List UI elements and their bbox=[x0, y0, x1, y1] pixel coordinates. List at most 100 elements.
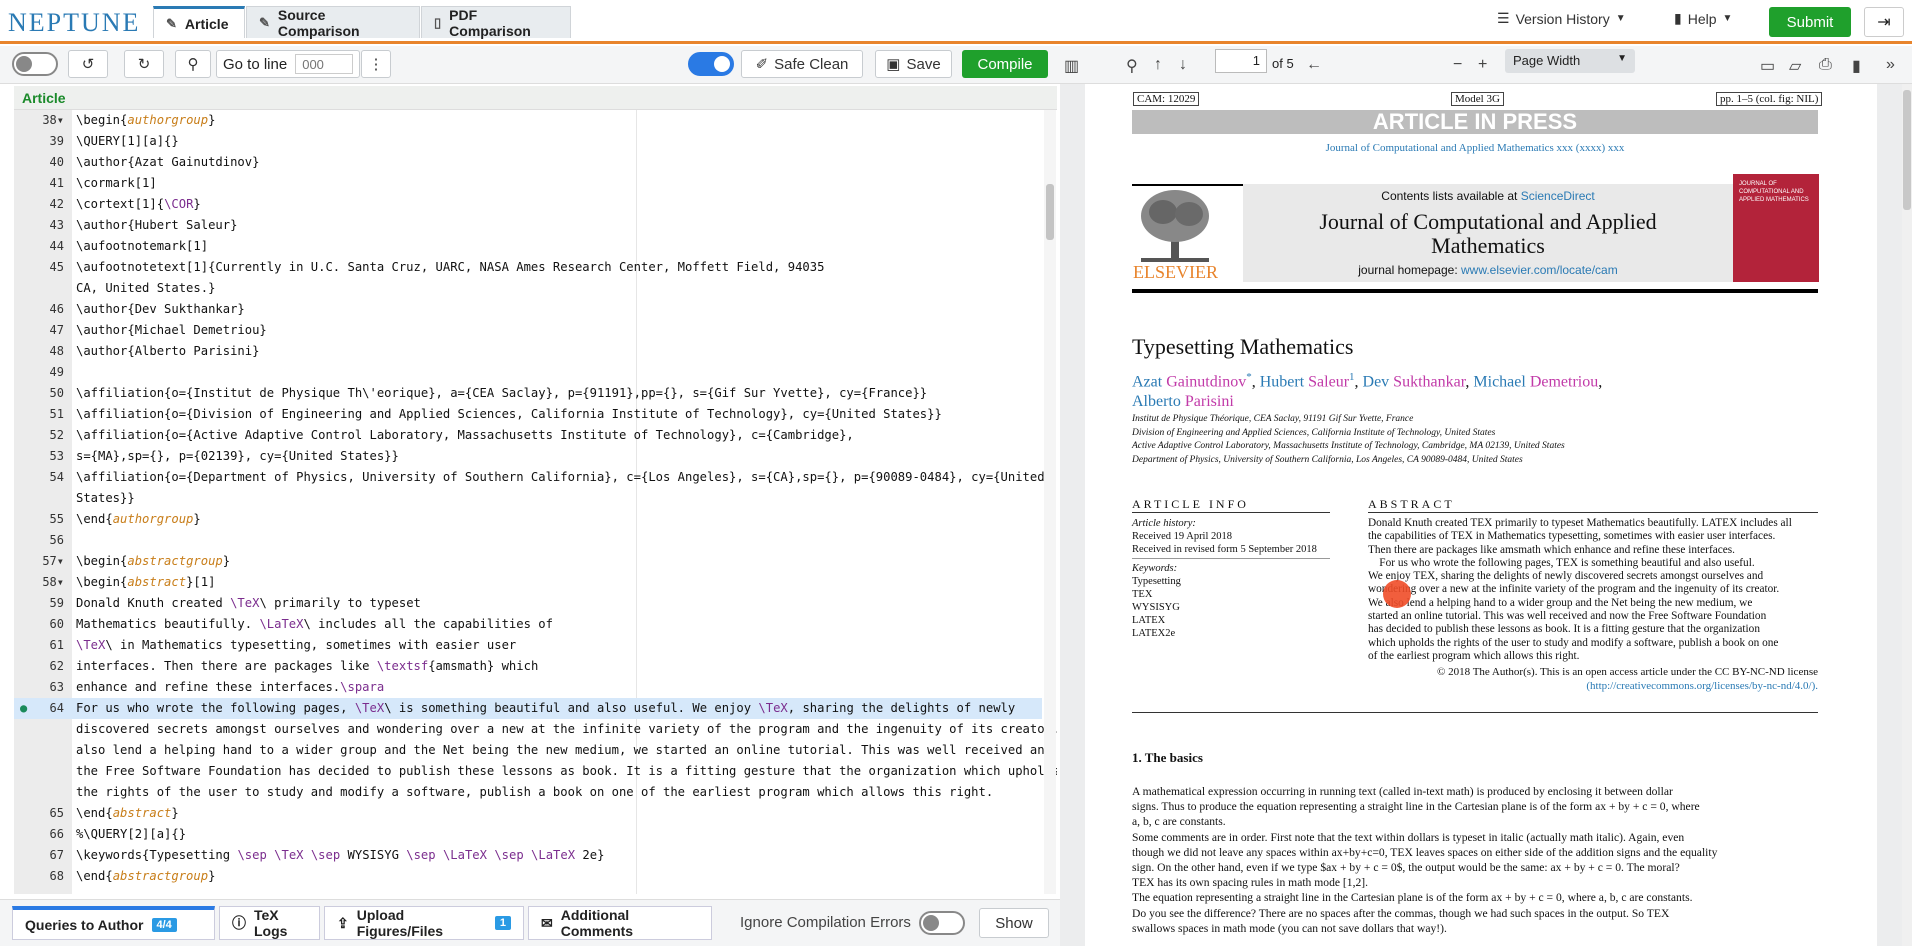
editor-toggle[interactable] bbox=[12, 52, 58, 76]
code-line[interactable]: 38▾ \begin{authorgroup} bbox=[14, 110, 1042, 131]
code-line[interactable]: 47 \author{Michael Demetriou} bbox=[14, 320, 1042, 341]
code-text: \QUERY[1][a]{} bbox=[76, 134, 179, 148]
tab-article[interactable]: ✎ Article bbox=[153, 6, 245, 38]
code-line[interactable]: 59 Donald Knuth created \TeX\ primarily t… bbox=[14, 593, 1042, 614]
line-number: 62 bbox=[49, 659, 64, 673]
code-line[interactable]: 55 \end{authorgroup} bbox=[14, 509, 1042, 530]
code-line[interactable]: 62 interfaces. Then there are packages li… bbox=[14, 656, 1042, 677]
sciencedirect-link[interactable]: ScienceDirect bbox=[1521, 189, 1595, 203]
tab-tex-logs[interactable]: ⓘ TeX Logs bbox=[219, 906, 320, 940]
arrow-down-icon[interactable]: ↓ bbox=[1179, 56, 1187, 74]
code-line[interactable]: 56 bbox=[14, 530, 1042, 551]
code-line[interactable]: 54 \affiliation{o={Department of Physics,… bbox=[14, 467, 1045, 488]
license-link[interactable]: (http://creativecommons.org/licenses/by-… bbox=[1368, 680, 1818, 694]
ignore-errors-toggle[interactable] bbox=[919, 911, 965, 935]
code-text: \author{Alberto Parisini} bbox=[76, 344, 260, 358]
folder-icon[interactable]: ▱ bbox=[1789, 56, 1801, 76]
line-number: 58▾ bbox=[42, 575, 64, 589]
save-button[interactable]: ▣ Save bbox=[875, 50, 952, 78]
code-line[interactable]: 65 \end{abstract} bbox=[14, 803, 1042, 824]
arrow-up-icon[interactable]: ↑ bbox=[1154, 56, 1162, 74]
code-line[interactable]: ● 64 For us who wrote the following pages,… bbox=[14, 698, 1042, 719]
search-icon[interactable]: ⚲ bbox=[175, 50, 211, 78]
save-icon: ▣ bbox=[886, 56, 901, 73]
code-line[interactable]: 61 \TeX\ in Mathematics typesetting, some… bbox=[14, 635, 1042, 656]
tab-additional-comments[interactable]: ✉ Additional Comments bbox=[528, 906, 712, 940]
zoom-out-icon[interactable]: − bbox=[1453, 56, 1462, 74]
code-text: also lend a helping hand to a wider grou… bbox=[76, 743, 1057, 757]
sidebar-toggle-icon[interactable]: ▥ bbox=[1064, 56, 1079, 76]
redo-icon[interactable]: ↻ bbox=[124, 50, 164, 78]
pdf-page: CAM: 12029 Model 3G pp. 1–5 (col. fig: N… bbox=[1085, 84, 1877, 946]
code-line[interactable]: 60 Mathematics beautifully. \LaTeX\ inclu… bbox=[14, 614, 1042, 635]
zoom-in-icon[interactable]: + bbox=[1478, 56, 1487, 74]
more-options-icon[interactable]: ⋮ bbox=[361, 50, 391, 78]
code-text: \affiliation{o={Institut de Physique Th\… bbox=[76, 386, 928, 400]
code-line[interactable]: 52 \affiliation{o={Active Adaptive Contro… bbox=[14, 425, 1042, 446]
code-line[interactable]: 49 bbox=[14, 362, 1042, 383]
code-line[interactable]: 67 \keywords{Typesetting \sep \TeX \sep W… bbox=[14, 845, 1042, 866]
editor-scrollbar[interactable] bbox=[1044, 110, 1056, 894]
code-line[interactable]: 45 \aufootnotetext[1]{Currently in U.C. S… bbox=[14, 257, 1042, 278]
pdf-scrollbar[interactable] bbox=[1902, 84, 1912, 946]
code-text: \begin{abstract}[1] bbox=[76, 575, 216, 589]
list-icon: ☰ bbox=[1497, 10, 1510, 26]
code-line[interactable]: the Free Software Foundation has decided… bbox=[14, 761, 1057, 782]
code-line[interactable]: 51 \affiliation{o={Division of Engineerin… bbox=[14, 404, 1042, 425]
more-tools-icon[interactable]: » bbox=[1886, 56, 1895, 74]
code-line[interactable]: 40 \author{Azat Gainutdinov} bbox=[14, 152, 1042, 173]
code-line[interactable]: 44 \aufootnotemark[1] bbox=[14, 236, 1042, 257]
zoom-select[interactable]: Page Width ▼ bbox=[1505, 49, 1635, 73]
code-line[interactable]: 57▾ \begin{abstractgroup} bbox=[14, 551, 1042, 572]
code-line[interactable]: the rights of the user to study and modi… bbox=[14, 782, 1042, 803]
code-line[interactable]: 48 \author{Alberto Parisini} bbox=[14, 341, 1042, 362]
journal-cover: JOURNAL OF COMPUTATIONAL AND APPLIED MAT… bbox=[1733, 174, 1819, 282]
chat-icon: ✉ bbox=[541, 914, 553, 931]
page-count: of 5 bbox=[1272, 56, 1294, 71]
code-line[interactable]: 42 \cortext[1]{\COR} bbox=[14, 194, 1042, 215]
undo-icon[interactable]: ↺ bbox=[68, 50, 108, 78]
code-line[interactable]: States}} bbox=[14, 488, 1042, 509]
exit-icon[interactable]: ⇥ bbox=[1864, 7, 1904, 37]
page-number-input[interactable]: 1 bbox=[1215, 49, 1267, 73]
cam-code: CAM: 12029 bbox=[1133, 92, 1200, 106]
safe-clean-button[interactable]: ✐ Safe Clean bbox=[741, 50, 863, 78]
code-line[interactable]: 50 \affiliation{o={Institut de Physique T… bbox=[14, 383, 1042, 404]
code-line[interactable]: 58▾ \begin{abstract}[1] bbox=[14, 572, 1042, 593]
arrow-left-icon[interactable]: ← bbox=[1306, 56, 1322, 74]
help-menu[interactable]: ▮ Help ▼ bbox=[1674, 10, 1732, 27]
tab-source-comparison[interactable]: ✎ Source Comparison bbox=[246, 6, 420, 39]
code-line[interactable]: also lend a helping hand to a wider grou… bbox=[14, 740, 1052, 761]
code-line[interactable]: 39 \QUERY[1][a]{} bbox=[14, 131, 1042, 152]
code-line[interactable]: 53 s={MA},sp={}, p={02139}, cy={United St… bbox=[14, 446, 1042, 467]
code-line[interactable]: 63 enhance and refine these interfaces.\s… bbox=[14, 677, 1042, 698]
bookmark-icon[interactable]: ▮ bbox=[1852, 56, 1861, 76]
version-history-menu[interactable]: ☰ Version History ▼ bbox=[1497, 10, 1626, 27]
code-line[interactable]: 66 %\QUERY[2][a]{} bbox=[14, 824, 1042, 845]
code-line[interactable]: 46 \author{Dev Sukthankar} bbox=[14, 299, 1042, 320]
print-icon[interactable]: ⎙ bbox=[1819, 56, 1832, 74]
safe-clean-toggle[interactable] bbox=[688, 52, 734, 76]
show-button[interactable]: Show bbox=[979, 908, 1049, 938]
code-line[interactable]: 68 \end{abstractgroup} bbox=[14, 866, 1042, 887]
tab-pdf-comparison[interactable]: ▯ PDF Comparison bbox=[421, 6, 571, 39]
compile-button[interactable]: Compile bbox=[962, 50, 1048, 78]
line-number: 54 bbox=[49, 470, 64, 484]
code-text: \keywords{Typesetting \sep \TeX \sep WYS… bbox=[76, 848, 605, 862]
model-code: Model 3G bbox=[1451, 92, 1504, 106]
line-number: 41 bbox=[49, 176, 64, 190]
code-line[interactable]: 41 \cormark[1] bbox=[14, 173, 1042, 194]
journal-homepage-link[interactable]: www.elsevier.com/locate/cam bbox=[1461, 263, 1618, 277]
ignore-errors-label: Ignore Compilation Errors bbox=[740, 914, 911, 931]
submit-button[interactable]: Submit bbox=[1769, 7, 1851, 37]
tab-queries-to-author[interactable]: Queries to Author 4/4 bbox=[12, 906, 215, 940]
code-line[interactable]: 43 \author{Hubert Saleur} bbox=[14, 215, 1042, 236]
code-line[interactable]: CA, United States.} bbox=[14, 278, 1042, 299]
goto-line-input[interactable] bbox=[295, 54, 354, 74]
code-editor[interactable]: 38▾ \begin{authorgroup} 39 \QUERY[1][a]{} 40… bbox=[14, 110, 1057, 894]
search-icon[interactable]: ⚲ bbox=[1126, 56, 1138, 76]
presentation-icon[interactable]: ▭ bbox=[1760, 56, 1775, 76]
code-line[interactable]: discovered secrets amongst ourselves and… bbox=[14, 719, 1057, 740]
tab-upload-figures[interactable]: ⇪ Upload Figures/Files 1 bbox=[324, 906, 524, 940]
journal-title: Journal of Computational and Applied Mat… bbox=[1319, 209, 1657, 258]
